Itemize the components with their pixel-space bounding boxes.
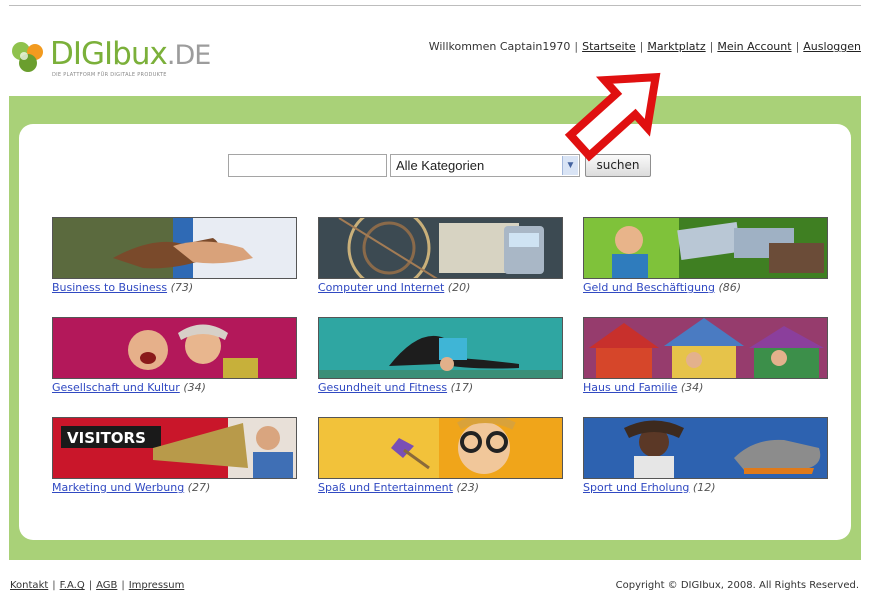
sport-image: [584, 418, 827, 478]
category-banner-marketing[interactable]: VISITORS: [52, 417, 297, 479]
category-count: (17): [450, 381, 474, 394]
search-input[interactable]: [228, 154, 387, 177]
site-logo[interactable]: DIGIbux.DE DIE PLATTFORM FÜR DIGITALE PR…: [10, 36, 220, 92]
category-banner-business[interactable]: [52, 217, 297, 279]
category-count: (20): [447, 281, 471, 294]
category-count: (34): [183, 381, 206, 394]
fun-image: [319, 418, 562, 478]
footer-link-kontakt[interactable]: Kontakt: [10, 580, 48, 591]
category-banner-computer[interactable]: [318, 217, 563, 279]
computer-image: [319, 218, 562, 278]
money-image: [584, 218, 827, 278]
red-arrow-annotation: [564, 72, 661, 162]
category-link[interactable]: Computer und Internet: [318, 281, 444, 294]
category-select-value: Alle Kategorien: [396, 158, 485, 173]
copyright-text: Copyright © DIGIbux, 2008. All Rights Re…: [615, 580, 859, 591]
megaphone-image: VISITORS: [53, 418, 296, 478]
category-count: (86): [718, 281, 742, 294]
category-banner-gesellschaft[interactable]: [52, 317, 297, 379]
visitors-banner-text: VISITORS: [67, 429, 146, 447]
footer-links: Kontakt | F.A.Q | AGB | Impressum: [10, 580, 185, 591]
category-banner-haus[interactable]: [583, 317, 828, 379]
logo-wordmark: DIGIbux.DE: [50, 36, 211, 72]
footer-link-faq[interactable]: F.A.Q: [60, 580, 85, 591]
category-link[interactable]: Haus und Familie: [583, 381, 677, 394]
category-banner-sport[interactable]: [583, 417, 828, 479]
category-count: (27): [187, 481, 211, 494]
logo-mark-icon: [12, 42, 43, 72]
footer-link-impressum[interactable]: Impressum: [129, 580, 185, 591]
category-count: (73): [170, 281, 194, 294]
category-count: (34): [680, 381, 704, 394]
category-banner-spass[interactable]: [318, 417, 563, 479]
logo-tagline: DIE PLATTFORM FÜR DIGITALE PRODUKTE: [52, 72, 167, 78]
category-link[interactable]: Sport und Erholung: [583, 481, 689, 494]
welcome-text: Willkommen Captain1970: [428, 40, 571, 53]
people-image: [53, 318, 296, 378]
category-link[interactable]: Geld und Beschäftigung: [583, 281, 715, 294]
family-home-image: [584, 318, 827, 378]
category-banner-gesundheit[interactable]: [318, 317, 563, 379]
nav-link-mein-account[interactable]: Mein Account: [717, 40, 791, 53]
category-link[interactable]: Marketing und Werbung: [52, 481, 184, 494]
fitness-image: [319, 318, 562, 378]
nav-link-ausloggen[interactable]: Ausloggen: [803, 40, 861, 53]
top-divider: [9, 5, 861, 6]
category-link[interactable]: Business to Business: [52, 281, 167, 294]
handshake-image: [53, 218, 296, 278]
category-count: (23): [456, 481, 480, 494]
category-count: (12): [692, 481, 716, 494]
category-banner-geld[interactable]: [583, 217, 828, 279]
footer-link-agb[interactable]: AGB: [96, 580, 117, 591]
category-link[interactable]: Spaß und Entertainment: [318, 481, 453, 494]
category-link[interactable]: Gesundheit und Fitness: [318, 381, 447, 394]
category-link[interactable]: Gesellschaft und Kultur: [52, 381, 180, 394]
